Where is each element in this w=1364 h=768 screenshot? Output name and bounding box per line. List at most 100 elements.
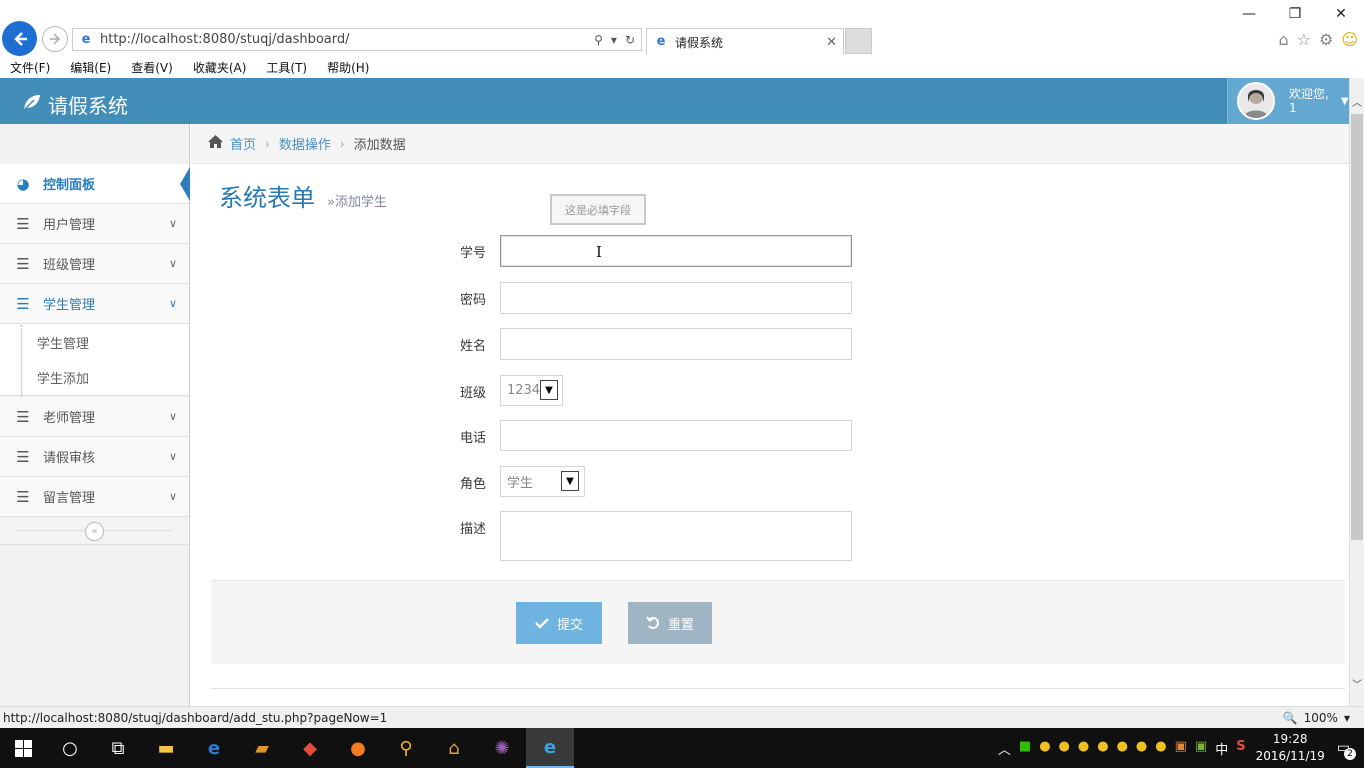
wechat-icon[interactable]: ■	[1019, 739, 1031, 758]
arrow-left-icon	[13, 31, 27, 46]
taskbar: ○ ⧉ ▬ e ▰ ◆ ● ⚲ ⌂ ✺ e ︿ ■ ● ● ● ● ● ● ● …	[0, 728, 1364, 768]
menu-favorites[interactable]: 收藏夹(A)	[187, 59, 249, 76]
sogou-icon[interactable]: S	[1236, 739, 1245, 758]
close-tab-icon[interactable]: ✕	[826, 35, 837, 50]
list-icon: ☰	[16, 294, 30, 313]
submit-button[interactable]: 提交	[516, 602, 602, 644]
cortana-search-button[interactable]: ○	[46, 728, 94, 768]
zoom-control[interactable]: 🔍 100% ▾	[1283, 711, 1350, 725]
scrollbar-thumb[interactable]	[1351, 114, 1363, 540]
role-select[interactable]: 学生 ▼	[500, 466, 585, 497]
chevron-down-icon[interactable]: ▼	[540, 380, 558, 400]
task-view-button[interactable]: ⧉	[94, 728, 142, 768]
circle-icon: ○	[62, 737, 78, 759]
sidebar-item-messages[interactable]: ☰ 留言管理 ∨	[0, 477, 189, 517]
breadcrumb-home-link[interactable]: 首页	[230, 134, 256, 153]
role-label: 角色	[460, 477, 487, 492]
scroll-up-icon[interactable]: ︿	[1352, 94, 1362, 109]
chevron-down-icon: ∨	[168, 410, 177, 423]
firefox-button[interactable]: ●	[334, 728, 382, 768]
search-app-button[interactable]: ⚲	[382, 728, 430, 768]
double-chevron-left-icon: «	[91, 526, 98, 537]
phone-input[interactable]	[500, 420, 852, 451]
chevron-up-icon[interactable]: ︿	[998, 739, 1011, 758]
page-scrollbar[interactable]: ︿ ﹀	[1349, 78, 1364, 706]
qq-icon[interactable]: ●	[1117, 739, 1128, 758]
sidebar-item-classes[interactable]: ☰ 班级管理 ∨	[0, 244, 189, 284]
sidebar-item-leave-review[interactable]: ☰ 请假审核 ∨	[0, 437, 189, 477]
qq-icon[interactable]: ●	[1155, 739, 1166, 758]
back-button[interactable]	[2, 21, 37, 56]
home-icon[interactable]: ⌂	[1278, 30, 1288, 49]
student-id-input[interactable]	[500, 235, 852, 267]
color-app-button[interactable]: ✺	[478, 728, 526, 768]
favorites-star-icon[interactable]: ☆	[1297, 30, 1311, 49]
scroll-down-icon[interactable]: ﹀	[1352, 676, 1362, 691]
name-input[interactable]	[500, 328, 852, 360]
reset-button[interactable]: 重置	[628, 602, 712, 644]
app-logo[interactable]: 请假系统	[22, 90, 128, 119]
settings-gear-icon[interactable]: ⚙	[1319, 30, 1333, 49]
restore-button[interactable]: ❐	[1272, 0, 1318, 28]
clock[interactable]: 19:28 2016/11/19	[1256, 731, 1325, 765]
sidebar-item-users[interactable]: ☰ 用户管理 ∨	[0, 204, 189, 244]
red-app-button[interactable]: ◆	[286, 728, 334, 768]
menu-tools[interactable]: 工具(T)	[260, 59, 309, 76]
box-icon[interactable]: ▣	[1175, 739, 1187, 758]
close-window-button[interactable]: ✕	[1318, 0, 1364, 28]
action-center-button[interactable]: ▭ 2	[1337, 740, 1356, 760]
browser-tab[interactable]: e 请假系统 ✕	[646, 28, 844, 55]
qq-icon[interactable]: ●	[1059, 739, 1070, 758]
sidebar-item-students[interactable]: ☰ 学生管理 ∨	[0, 284, 189, 324]
chevron-right-icon: ›	[339, 136, 345, 151]
user-menu[interactable]: 欢迎您, 1 ▼	[1227, 78, 1349, 124]
clock-time: 19:28	[1272, 732, 1308, 746]
menu-file[interactable]: 文件(F)	[4, 59, 52, 76]
book-app-button[interactable]: ▰	[238, 728, 286, 768]
list-icon: ☰	[16, 407, 30, 426]
firefox-icon: ●	[350, 737, 366, 759]
house-app-button[interactable]: ⌂	[430, 728, 478, 768]
chevron-down-icon[interactable]: ▼	[561, 471, 579, 491]
sidebar-item-dashboard[interactable]: ◕ 控制面板	[0, 164, 189, 204]
menu-edit[interactable]: 编辑(E)	[64, 59, 113, 76]
undo-icon	[646, 616, 659, 629]
ie-taskbar-button[interactable]: e	[526, 728, 574, 768]
qq-icon[interactable]: ●	[1078, 739, 1089, 758]
forward-button[interactable]	[42, 26, 68, 52]
zoom-level: 100%	[1303, 710, 1338, 725]
user-avatar-icon	[1239, 84, 1273, 118]
description-textarea[interactable]	[500, 511, 852, 561]
refresh-icon[interactable]: ↻	[625, 33, 635, 47]
search-icon[interactable]: ⚲	[594, 33, 603, 47]
menu-view[interactable]: 查看(V)	[125, 59, 175, 76]
menu-help[interactable]: 帮助(H)	[321, 59, 371, 76]
sidebar-subitem-student-add[interactable]: 学生添加	[0, 360, 189, 396]
qq-icon[interactable]: ●	[1039, 739, 1050, 758]
ime-indicator[interactable]: 中	[1215, 739, 1228, 758]
collapse-sidebar-button[interactable]: «	[85, 522, 104, 541]
edge-button[interactable]: e	[190, 728, 238, 768]
qq-icon[interactable]: ●	[1136, 739, 1147, 758]
feedback-smiley-icon[interactable]: ☺	[1341, 30, 1358, 49]
class-select[interactable]: 1234 ▼	[500, 375, 563, 406]
chevron-down-icon: ▾	[1343, 710, 1350, 725]
user-name: 1	[1289, 101, 1297, 115]
chevron-down-icon: ∨	[168, 217, 177, 230]
box-icon[interactable]: ▣	[1195, 739, 1207, 758]
password-label: 密码	[460, 293, 487, 308]
chevron-down-icon: ∨	[168, 257, 177, 270]
sidebar-item-teachers[interactable]: ☰ 老师管理 ∨	[0, 397, 189, 437]
address-url[interactable]: http://localhost:8080/stuqj/dashboard/	[100, 32, 594, 47]
file-explorer-button[interactable]: ▬	[142, 728, 190, 768]
address-bar[interactable]: e http://localhost:8080/stuqj/dashboard/…	[72, 28, 642, 51]
sidebar-item-label: 用户管理	[43, 218, 96, 233]
start-button[interactable]	[0, 728, 46, 768]
new-tab-button[interactable]	[845, 28, 872, 54]
breadcrumb-section-link[interactable]: 数据操作	[279, 134, 331, 153]
sidebar-subitem-student-manage[interactable]: 学生管理	[0, 324, 189, 360]
minimize-button[interactable]: —	[1226, 0, 1272, 28]
password-input[interactable]	[500, 282, 852, 314]
qq-icon[interactable]: ●	[1097, 739, 1108, 758]
dropdown-icon[interactable]: ▾	[611, 33, 617, 47]
